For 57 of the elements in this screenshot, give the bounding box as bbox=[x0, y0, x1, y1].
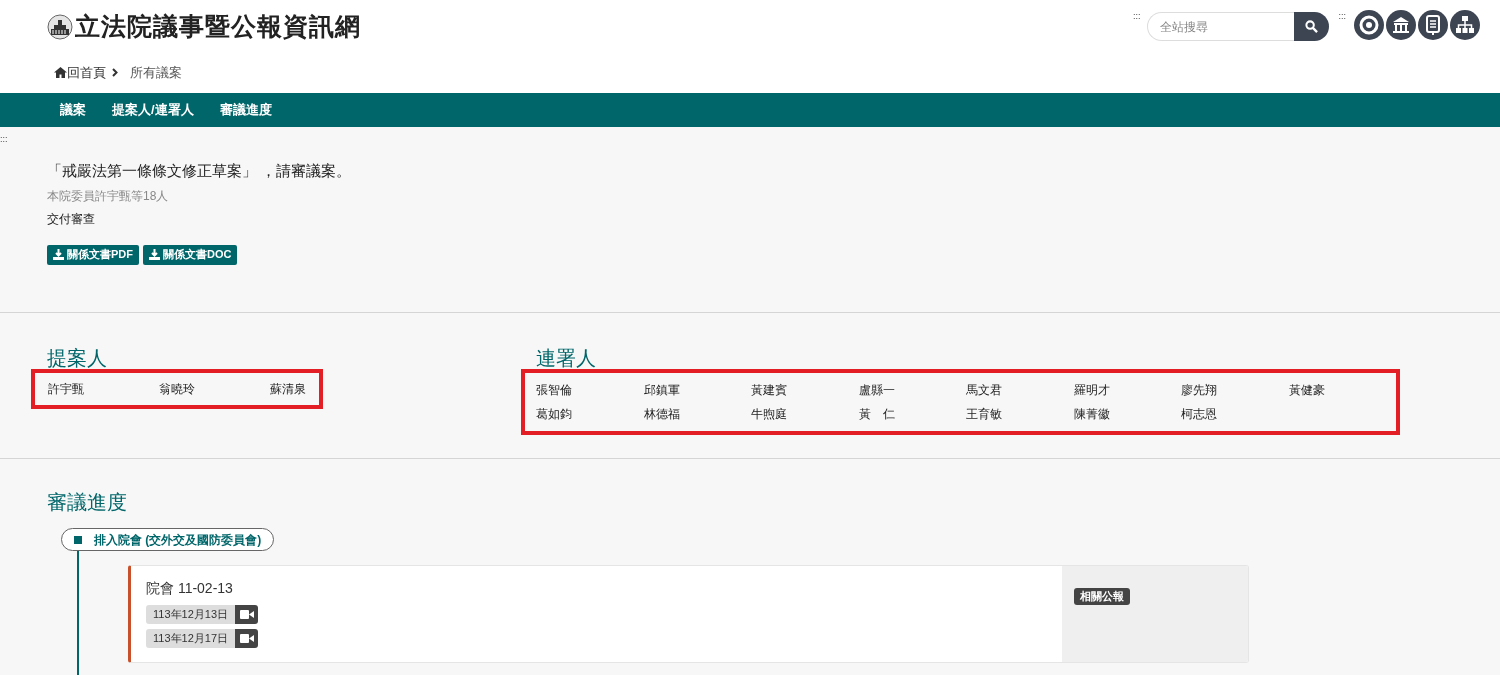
video-button[interactable] bbox=[235, 629, 258, 648]
date-label: 113年12月13日 bbox=[146, 605, 235, 624]
search-button[interactable] bbox=[1293, 12, 1329, 41]
cosigner-name[interactable]: 廖先翔 bbox=[1181, 381, 1289, 399]
building-logo-icon bbox=[47, 13, 73, 40]
bill-status: 交付審查 bbox=[47, 210, 96, 228]
search-field[interactable]: 全站搜尋 bbox=[1146, 12, 1294, 41]
cosigner-name[interactable]: 羅明才 bbox=[1073, 381, 1181, 399]
stage-label: 排入院會 (交外交及國防委員會) bbox=[94, 531, 262, 549]
video-button[interactable] bbox=[235, 605, 258, 624]
proposer-name[interactable]: 翁曉玲 bbox=[134, 380, 220, 398]
date-label: 113年12月17日 bbox=[146, 629, 235, 648]
cosigner-name[interactable]: 林德福 bbox=[643, 405, 751, 423]
accesskey-mark[interactable]: ::: bbox=[0, 135, 8, 144]
cosigner-name[interactable]: 張智倫 bbox=[536, 381, 644, 399]
proposer-name[interactable]: 蘇清泉 bbox=[220, 380, 306, 398]
cosigner-name[interactable]: 馬文君 bbox=[966, 381, 1074, 399]
cosigner-name[interactable]: 黃 仁 bbox=[858, 405, 966, 423]
chevron-right-icon bbox=[112, 68, 118, 78]
cosigner-name[interactable]: 王育敏 bbox=[966, 405, 1074, 423]
section-heading: 提案人 bbox=[47, 346, 107, 371]
cosigner-name[interactable]: 柯志恩 bbox=[1181, 405, 1289, 423]
proposer-summary: 本院委員許宇甄等18人 bbox=[47, 187, 170, 205]
download-icon bbox=[53, 249, 64, 260]
cosigner-name[interactable]: 黃建賓 bbox=[751, 381, 859, 399]
accesskey-mark[interactable]: ::: bbox=[1133, 12, 1141, 21]
download-button[interactable]: 關係文書PDF bbox=[47, 244, 139, 265]
sitemap-icon[interactable] bbox=[1450, 10, 1481, 40]
section-heading: 連署人 bbox=[536, 346, 596, 371]
section-heading: 審議進度 bbox=[47, 490, 127, 515]
cosigner-name[interactable]: 邱鎮軍 bbox=[643, 381, 751, 399]
video-camera-icon bbox=[239, 610, 254, 619]
cosigner-name[interactable]: 盧縣一 bbox=[858, 381, 966, 399]
home-icon bbox=[54, 67, 67, 79]
cosigner-name[interactable]: 陳菁徽 bbox=[1073, 405, 1181, 423]
nav-link[interactable]: 提案人/連署人 bbox=[112, 100, 194, 120]
breadcrumb-current: 所有議案 bbox=[130, 64, 182, 82]
cosigner-name[interactable]: 黃健豪 bbox=[1288, 381, 1396, 399]
proposer-name[interactable]: 許宇甄 bbox=[48, 380, 134, 398]
site-title[interactable]: 立法院議事暨公報資訊網 bbox=[75, 8, 361, 46]
bank-icon[interactable] bbox=[1386, 10, 1417, 40]
square-icon bbox=[74, 535, 82, 544]
download-button[interactable]: 關係文書DOC bbox=[143, 244, 238, 265]
document-board-icon[interactable] bbox=[1418, 10, 1449, 40]
cosigner-name[interactable]: 葛如鈞 bbox=[536, 405, 644, 423]
accesskey-mark[interactable]: ::: bbox=[1338, 12, 1347, 21]
nav-link[interactable]: 審議進度 bbox=[219, 100, 272, 120]
stage-pill[interactable]: 排入院會 (交外交及國防委員會) bbox=[61, 528, 275, 551]
nav-link[interactable]: 議案 bbox=[60, 100, 86, 120]
download-icon bbox=[149, 249, 160, 260]
meeting-title: 院會 11-02-13 bbox=[146, 579, 234, 598]
video-camera-icon bbox=[239, 634, 254, 643]
gazette-badge[interactable]: 相關公報 bbox=[1074, 588, 1130, 605]
bill-title: 「戒嚴法第一條條文修正草案」 ，請審議案。 bbox=[47, 161, 352, 181]
search-icon bbox=[1304, 20, 1318, 33]
cosigner-name[interactable]: 牛煦庭 bbox=[751, 405, 859, 423]
breadcrumb-link[interactable]: 回首頁 bbox=[67, 63, 106, 83]
